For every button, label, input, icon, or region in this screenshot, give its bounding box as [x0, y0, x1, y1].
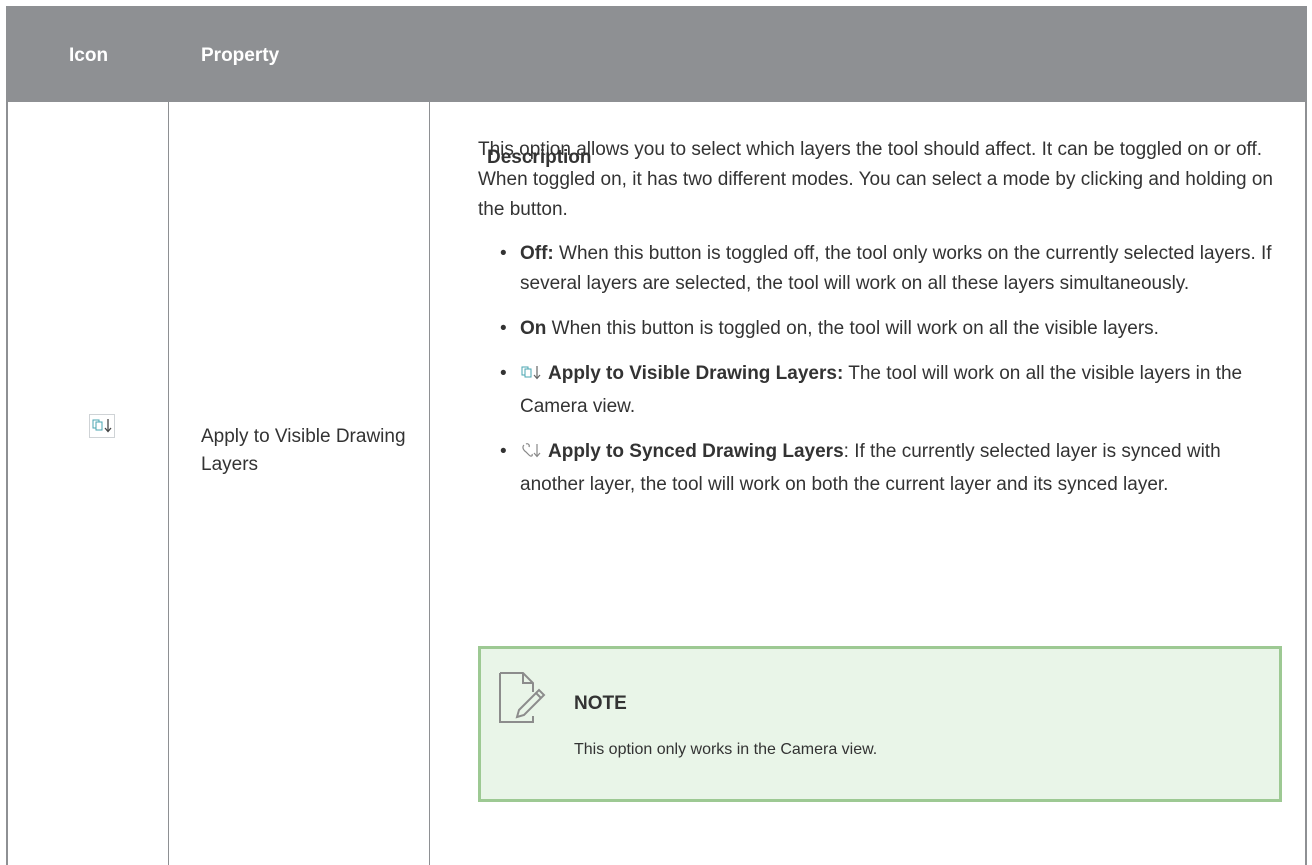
item-label: Apply to Synced Drawing Layers [548, 441, 844, 462]
column-divider [429, 102, 430, 865]
item-label: Apply to Visible Drawing Layers: [548, 363, 844, 384]
item-text: When this button is toggled on, the tool… [546, 318, 1159, 339]
header-icon: Icon [69, 45, 109, 66]
note-body: This option only works in the Camera vie… [574, 741, 878, 758]
mode-list: • Off: When this button is toggled off, … [478, 239, 1278, 500]
list-item: • On When this button is toggled on, the… [500, 318, 1159, 339]
note-box: NOTE This option only works in the Camer… [478, 646, 1282, 802]
item-label: On [520, 318, 547, 339]
list-item: • Off: When this button is toggled off, … [500, 243, 1272, 294]
apply-to-synced-drawing-layers-icon [520, 440, 542, 470]
apply-to-visible-drawing-layers-icon [520, 362, 542, 392]
list-item: • Apply to Visible Drawing Layers: The t… [500, 362, 1243, 417]
apply-to-visible-drawing-layers-icon [89, 414, 115, 438]
header-property: Property [201, 45, 280, 66]
description-cell: This option allows you to select which l… [478, 135, 1278, 515]
column-divider [168, 102, 169, 865]
description-intro: This option allows you to select which l… [478, 139, 1273, 220]
property-name: Apply to Visible Drawing Layers [201, 426, 406, 475]
note-pencil-icon [497, 670, 549, 731]
item-label: Off: [520, 243, 554, 264]
list-item: • Apply to Synced Drawing Layers: If the… [500, 440, 1221, 495]
table-header: Icon Property Description [8, 8, 1305, 168]
note-title: NOTE [574, 693, 627, 714]
item-text: When this button is toggled off, the too… [520, 243, 1272, 294]
